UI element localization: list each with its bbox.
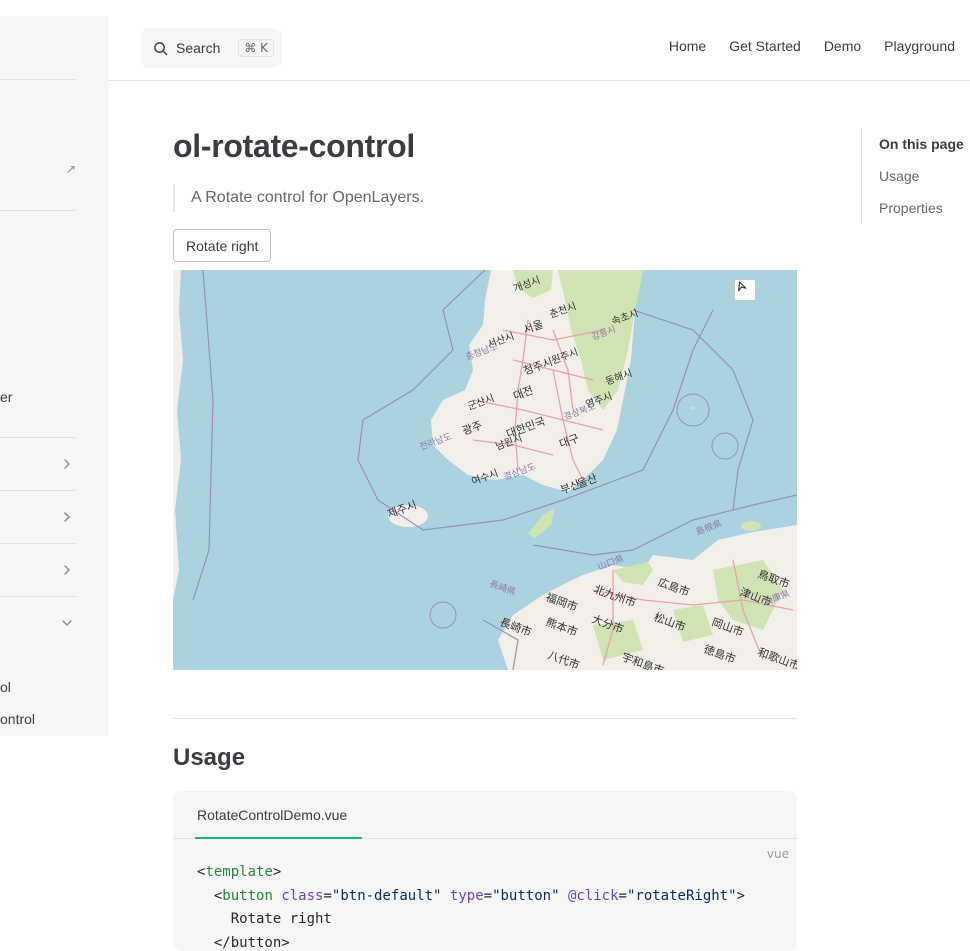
search-label: Search	[176, 40, 220, 56]
external-link-icon[interactable]: ↗	[66, 162, 76, 176]
map-view[interactable]: 서울 청주시 대전 대한민국 대구 광주 울산 부산 제주시 개성시 춘천시 속…	[173, 270, 797, 670]
nav-demo[interactable]: Demo	[824, 38, 861, 54]
chevron-right-icon[interactable]	[60, 510, 74, 524]
chevron-right-icon[interactable]	[60, 457, 74, 471]
code-line: Rotate right	[197, 908, 745, 932]
nav-get-started[interactable]: Get Started	[729, 38, 801, 54]
nav-home[interactable]: Home	[669, 38, 706, 54]
chevron-down-icon[interactable]	[60, 616, 74, 630]
outline-link-usage[interactable]: Usage	[879, 168, 919, 184]
code-line: <button class="btn-default" type="button…	[197, 885, 745, 909]
code-block: RotateControlDemo.vue vue <template> <bu…	[173, 791, 797, 951]
search-icon	[153, 41, 168, 56]
search-button[interactable]: Search ⌘ K	[141, 28, 282, 68]
sidebar-divider	[0, 596, 77, 597]
map-canvas: 서울 청주시 대전 대한민국 대구 광주 울산 부산 제주시 개성시 춘천시 속…	[173, 270, 797, 670]
chevron-right-icon[interactable]	[60, 563, 74, 577]
sidebar-item-label[interactable]: ontrol	[0, 711, 35, 727]
rotate-control-button[interactable]	[734, 279, 756, 301]
sidebar-divider	[0, 210, 77, 211]
rotate-right-button[interactable]: Rotate right	[173, 229, 271, 262]
section-divider	[173, 718, 797, 719]
sidebar-divider	[0, 490, 77, 491]
page-title: ol-rotate-control	[173, 128, 415, 165]
topbar-divider	[109, 80, 970, 81]
code-line: </button>	[197, 932, 745, 951]
top-nav: Home Get Started Demo Playground	[669, 38, 955, 54]
page-description: A Rotate control for OpenLayers.	[173, 184, 424, 212]
sidebar: ↗ er ol ontrol	[0, 16, 109, 736]
outline-link-properties[interactable]: Properties	[879, 200, 943, 216]
outline-aside: On this page Usage Properties	[861, 128, 970, 224]
code-content: <template> <button class="btn-default" t…	[197, 861, 745, 951]
code-lang-label: vue	[767, 847, 789, 861]
outline-title: On this page	[879, 136, 964, 152]
code-line: <template>	[197, 861, 745, 885]
rotate-icon	[735, 280, 747, 292]
sidebar-item-label[interactable]: er	[0, 389, 12, 405]
sidebar-divider	[0, 79, 77, 80]
sidebar-divider	[0, 437, 77, 438]
sidebar-divider	[0, 543, 77, 544]
active-tab-indicator	[195, 837, 362, 839]
code-tabs: RotateControlDemo.vue	[173, 791, 797, 839]
code-file-tab[interactable]: RotateControlDemo.vue	[197, 807, 347, 823]
search-shortcut: ⌘ K	[238, 39, 274, 57]
usage-heading: Usage	[173, 744, 245, 772]
sidebar-item-label[interactable]: ol	[0, 679, 11, 695]
nav-playground[interactable]: Playground	[884, 38, 955, 54]
